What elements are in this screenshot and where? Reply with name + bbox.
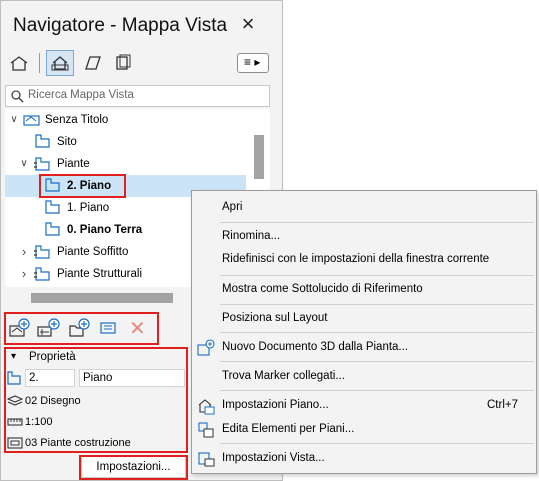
horizontal-scrollbar[interactable]: [31, 293, 173, 303]
layout-book-icon[interactable]: [79, 50, 107, 76]
menu-item-posiziona-layout[interactable]: Posiziona sul Layout: [192, 306, 536, 330]
floor-plan-icon: [45, 222, 60, 236]
tree-item-label: Piante: [57, 158, 90, 170]
folder-plan-icon: [34, 245, 50, 259]
menu-item-label: Impostazioni Piano...: [222, 399, 329, 411]
toolbar-divider: [39, 53, 40, 73]
project-icon: [23, 115, 40, 126]
menu-separator: [220, 222, 534, 223]
menu-separator: [220, 390, 534, 391]
menu-separator: [220, 275, 534, 276]
highlight-selected-item: [39, 174, 126, 198]
menu-item-label: Nuovo Documento 3D dalla Pianta...: [222, 341, 409, 353]
tree-item-label: 1. Piano: [67, 202, 110, 214]
new-3d-document-icon: [197, 339, 215, 356]
menu-separator: [220, 361, 534, 362]
menu-item-shortcut: Ctrl+7: [487, 399, 518, 411]
context-menu: Apri Rinomina... Ridefinisci con le impo…: [191, 190, 537, 474]
tree-item-piante[interactable]: ∨ Piante: [5, 153, 255, 175]
menu-item-label: Posiziona sul Layout: [222, 312, 328, 324]
close-icon[interactable]: ×: [237, 13, 259, 35]
expand-toggle[interactable]: ∨: [9, 109, 19, 131]
menu-item-label: Trova Marker collegati...: [222, 370, 345, 382]
menu-separator: [220, 332, 534, 333]
window-title: Navigatore - Mappa Vista: [13, 15, 228, 36]
menu-item-impostazioni-piano[interactable]: Impostazioni Piano... Ctrl+7: [192, 393, 536, 417]
menu-item-impostazioni-vista[interactable]: Impostazioni Vista...: [192, 446, 536, 470]
tree-item-label: 0. Piano Terra: [67, 224, 143, 236]
view-settings-icon: [198, 452, 215, 467]
view-map-icon[interactable]: [46, 50, 74, 76]
highlight-actions-toolbar: [4, 312, 159, 345]
highlight-properties: [4, 347, 188, 453]
options-menu-button[interactable]: ≡ ▸: [237, 53, 269, 73]
expand-toggle[interactable]: ›: [19, 263, 29, 285]
tree-item-label: Piante Strutturali: [57, 268, 143, 280]
menu-item-apri[interactable]: Apri: [192, 195, 536, 219]
folder-plan-icon: [34, 267, 50, 281]
menu-item-label: Rinomina...: [222, 230, 281, 242]
menu-separator: [220, 443, 534, 444]
folder-plan-icon: [34, 157, 50, 171]
menu-item-trova-marker[interactable]: Trova Marker collegati...: [192, 364, 536, 388]
floor-plan-icon: [45, 200, 60, 214]
menu-icon: ≡ ▸: [244, 55, 261, 69]
edit-elements-icon: [198, 422, 214, 438]
menu-item-label: Mostra come Sottolucido di Riferimento: [222, 283, 423, 295]
menu-item-label: Edita Elementi per Piani...: [222, 423, 355, 435]
project-map-icon[interactable]: [5, 50, 33, 76]
tree-item-senza-titolo[interactable]: ∨ Senza Titolo: [5, 109, 255, 131]
menu-item-label: Impostazioni Vista...: [222, 452, 325, 464]
search-icon: [11, 90, 24, 103]
tree-item-label: Piante Soffitto: [57, 246, 129, 258]
search-input[interactable]: Ricerca Mappa Vista: [5, 85, 270, 107]
menu-separator: [220, 304, 534, 305]
menu-item-nuovo-documento-3d[interactable]: Nuovo Documento 3D dalla Pianta...: [192, 335, 536, 359]
expand-toggle[interactable]: ∨: [19, 153, 29, 175]
menu-item-rinomina[interactable]: Rinomina...: [192, 224, 536, 248]
tree-item-sito[interactable]: Sito: [5, 131, 255, 153]
menu-item-label: Apri: [222, 201, 243, 213]
floor-plan-icon: [35, 134, 50, 148]
tree-item-label: Sito: [57, 136, 77, 148]
menu-item-ridefinisci[interactable]: Ridefinisci con le impostazioni della fi…: [192, 247, 536, 271]
story-settings-icon: [198, 399, 215, 415]
vertical-scrollbar[interactable]: [254, 135, 264, 179]
search-placeholder: Ricerca Mappa Vista: [28, 89, 134, 101]
menu-item-label: Ridefinisci con le impostazioni della fi…: [222, 253, 490, 265]
tree-item-label: Senza Titolo: [45, 114, 109, 126]
menu-item-edita-elementi[interactable]: Edita Elementi per Piani...: [192, 417, 536, 441]
publisher-icon[interactable]: [109, 50, 137, 76]
highlight-settings-button: [79, 455, 188, 480]
expand-toggle[interactable]: ›: [19, 241, 29, 263]
menu-item-sottolucido[interactable]: Mostra come Sottolucido di Riferimento: [192, 277, 536, 301]
